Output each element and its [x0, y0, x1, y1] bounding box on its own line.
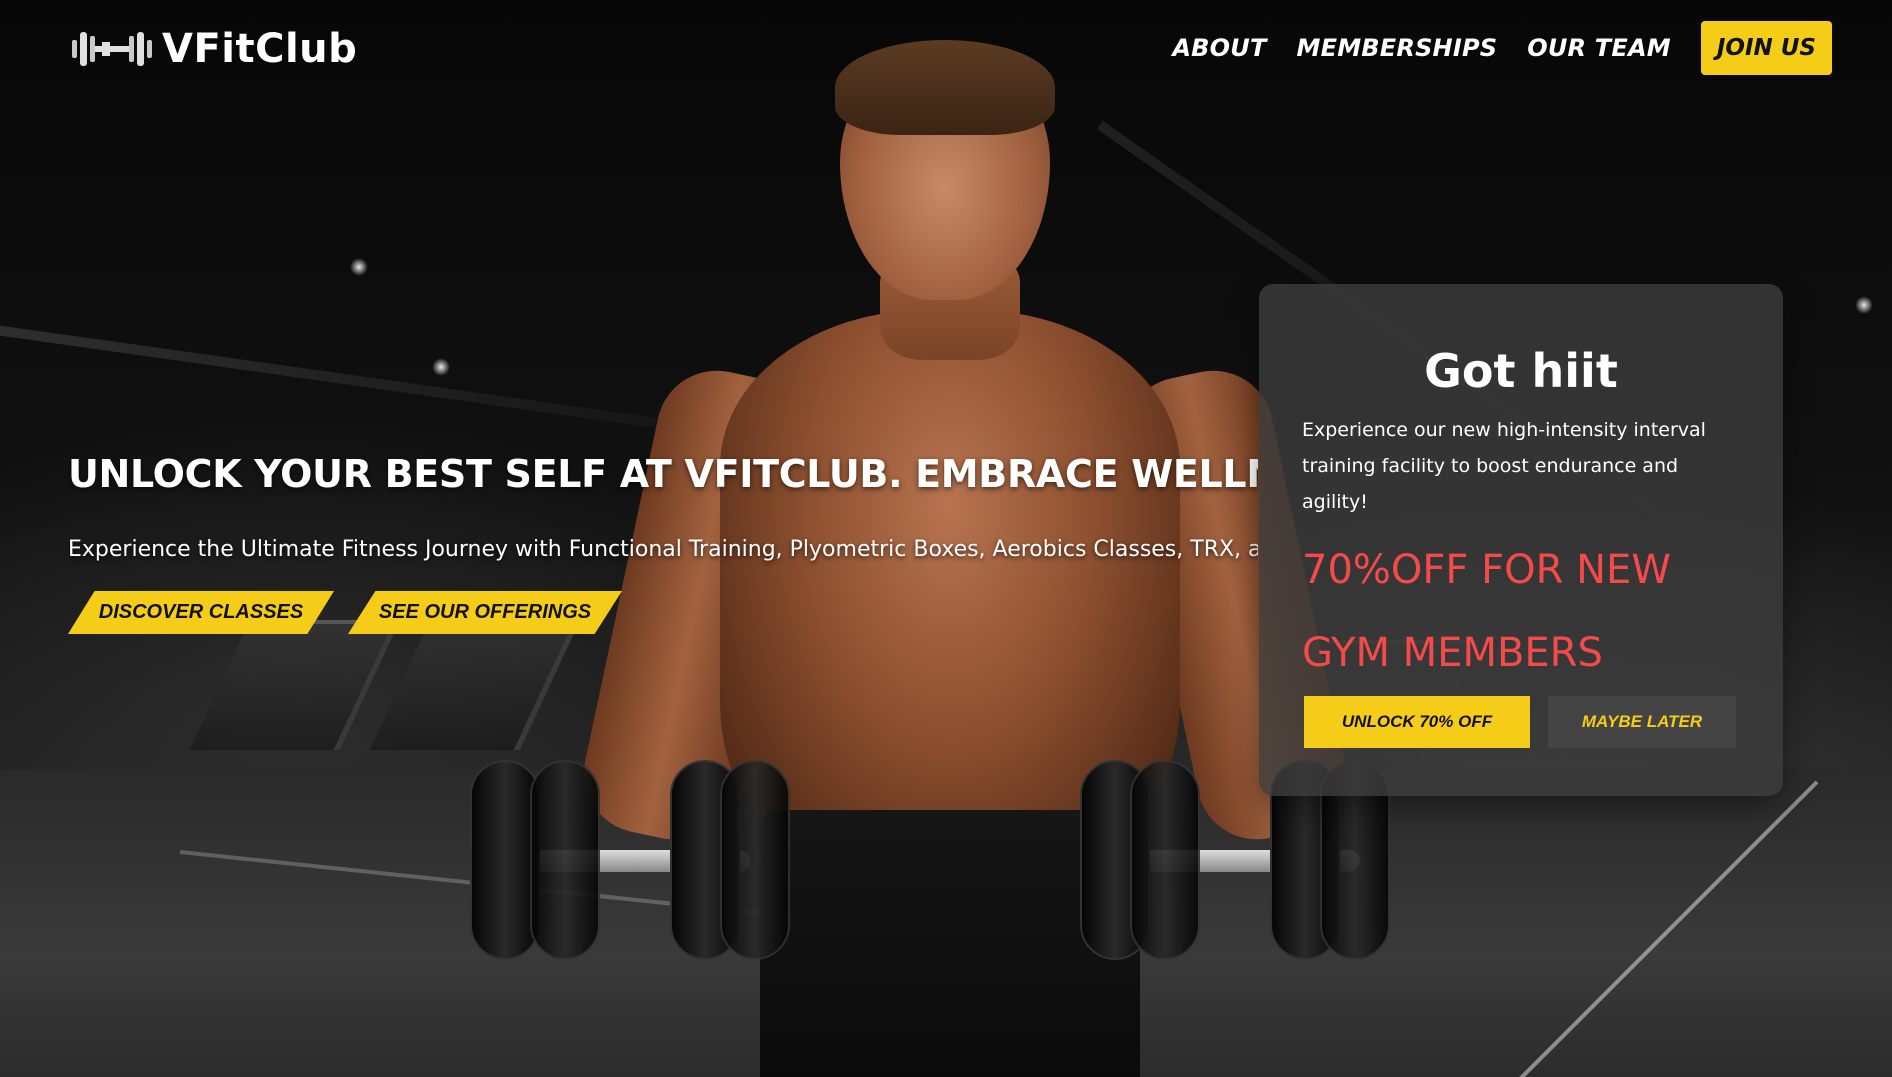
promo-offer: 70%OFF FOR NEW GYM MEMBERS — [1302, 547, 1671, 676]
promo-description: Experience our new high-intensity interv… — [1302, 419, 1706, 513]
promo-title: Got hiit — [1424, 344, 1618, 398]
ceiling-light — [432, 358, 450, 376]
nav-link-about[interactable]: ABOUT — [1172, 34, 1266, 62]
nav-link-memberships[interactable]: MEMBERSHIPS — [1297, 34, 1498, 62]
promo-popup: Got hiit Experience our new high-intensi… — [1259, 284, 1783, 796]
ceiling-light — [1855, 296, 1873, 314]
brand-name: VFitClub — [162, 26, 358, 72]
nav-link-our-team[interactable]: OUR TEAM — [1527, 34, 1671, 62]
see-offerings-button[interactable]: SEE OUR OFFERINGS — [348, 591, 622, 634]
ceiling-light — [350, 258, 368, 276]
hero-subline: Experience the Ultimate Fitness Journey … — [68, 537, 1258, 562]
hero-section: VFitClub ABOUT MEMBERSHIPS OUR TEAM JOIN… — [0, 0, 1892, 1077]
unlock-offer-button[interactable]: UNLOCK 70% OFF — [1304, 696, 1530, 748]
hero-headline: UNLOCK YOUR BEST SELF AT VFITCLUB. EMBRA… — [68, 452, 1258, 496]
dumbbell — [470, 760, 790, 960]
top-nav: VFitClub ABOUT MEMBERSHIPS OUR TEAM JOIN… — [0, 0, 1892, 100]
brand-logo[interactable]: VFitClub — [70, 26, 357, 72]
discover-classes-button[interactable]: DISCOVER CLASSES — [68, 591, 334, 634]
join-us-button[interactable]: JOIN US — [1700, 21, 1832, 75]
maybe-later-button[interactable]: MAYBE LATER — [1548, 696, 1736, 748]
treadmill — [189, 620, 401, 750]
nav-links: ABOUT MEMBERSHIPS OUR TEAM JOIN US — [1172, 21, 1832, 75]
barbell-icon — [72, 32, 152, 66]
